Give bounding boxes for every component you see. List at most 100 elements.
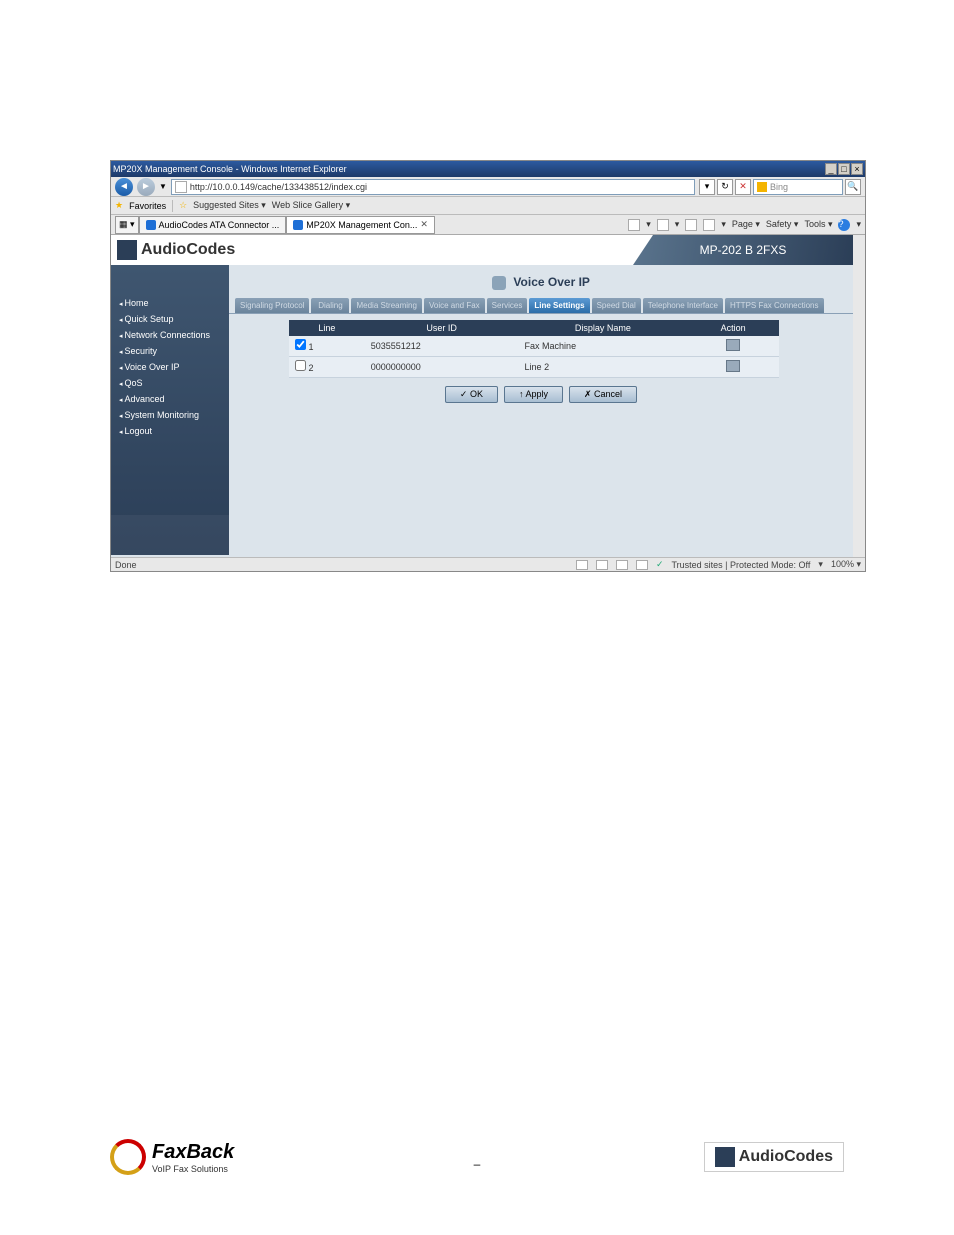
browser-tab-2[interactable]: MP20X Management Con... ✕ — [286, 216, 435, 234]
sidebar-item-home[interactable]: Home — [111, 295, 229, 311]
safety-menu[interactable]: Safety ▾ — [766, 219, 799, 230]
tab-https-fax[interactable]: HTTPS Fax Connections — [725, 298, 823, 313]
col-displayname: Display Name — [519, 320, 688, 336]
status-text: Done — [115, 560, 137, 570]
audiocodes-footer-logo: AudioCodes — [704, 1142, 844, 1172]
tab-voice-fax[interactable]: Voice and Fax — [424, 298, 485, 313]
tab-label: AudioCodes ATA Connector ... — [159, 220, 280, 230]
col-userid: User ID — [365, 320, 519, 336]
line-checkbox[interactable] — [295, 360, 306, 371]
forward-button[interactable]: ► — [137, 178, 155, 196]
mail-icon[interactable] — [685, 219, 697, 231]
sidebar-item-security[interactable]: Security — [111, 343, 229, 359]
main-panel: Voice Over IP Signaling Protocol Dialing… — [229, 265, 853, 555]
stop-icon[interactable]: ✕ — [735, 179, 751, 195]
form-buttons: ✓ OK ↑ Apply ✗ Cancel — [229, 386, 853, 403]
feeds-icon[interactable] — [657, 219, 669, 231]
suggested-sites-link[interactable]: Suggested Sites ▾ — [193, 200, 266, 211]
sidebar-item-voip[interactable]: Voice Over IP — [111, 359, 229, 375]
sidebar-item-qos[interactable]: QoS — [111, 375, 229, 391]
tab-telephone[interactable]: Telephone Interface — [643, 298, 723, 313]
zoom-label[interactable]: 100% ▾ — [831, 559, 861, 570]
line-table: Line User ID Display Name Action 1 50355… — [289, 320, 779, 378]
back-button[interactable]: ◄ — [115, 178, 133, 196]
tab-label: MP20X Management Con... — [306, 220, 417, 230]
help-icon[interactable]: ? — [838, 219, 850, 231]
edit-icon[interactable] — [726, 360, 740, 372]
maximize-button[interactable]: □ — [838, 163, 850, 175]
tab-speed-dial[interactable]: Speed Dial — [592, 298, 641, 313]
tab-bar: ▦ ▾ AudioCodes ATA Connector ... MP20X M… — [111, 215, 865, 235]
faxback-logo: FaxBack VoIP Fax Solutions — [110, 1139, 234, 1175]
col-line: Line — [289, 320, 365, 336]
edit-icon[interactable] — [726, 339, 740, 351]
zoom-dropdown[interactable]: ▾ — [818, 559, 823, 570]
refresh-icon[interactable]: ↻ — [717, 179, 733, 195]
line-number: 2 — [309, 363, 314, 373]
ie-icon — [293, 220, 303, 230]
model-badge: MP-202 B 2FXS — [633, 235, 853, 265]
line-checkbox[interactable] — [295, 339, 306, 350]
status-bar: Done ✓ Trusted sites | Protected Mode: O… — [111, 557, 865, 571]
minimize-button[interactable]: _ — [825, 163, 837, 175]
favorites-star-icon[interactable]: ★ — [115, 200, 123, 211]
sidebar-item-advanced[interactable]: Advanced — [111, 391, 229, 407]
tab-services[interactable]: Services — [487, 298, 528, 313]
close-button[interactable]: × — [851, 163, 863, 175]
sidebar-item-monitoring[interactable]: System Monitoring — [111, 407, 229, 423]
cancel-button[interactable]: ✗ Cancel — [569, 386, 637, 403]
app-header: AudioCodes MP-202 B 2FXS — [111, 235, 853, 265]
tab-media[interactable]: Media Streaming — [351, 298, 421, 313]
tab-signaling[interactable]: Signaling Protocol — [235, 298, 309, 313]
trust-label: Trusted sites | Protected Mode: Off — [672, 560, 811, 570]
status-icon — [576, 560, 588, 570]
faxback-name: FaxBack — [152, 1141, 234, 1164]
sidebar-item-quick-setup[interactable]: Quick Setup — [111, 311, 229, 327]
command-bar: ▾ ▾ ▾ Page ▾ Safety ▾ Tools ▾ ?▾ — [628, 219, 861, 231]
apply-button[interactable]: ↑ Apply — [504, 386, 563, 403]
bing-icon — [757, 182, 767, 192]
tab-line-settings[interactable]: Line Settings — [529, 298, 589, 313]
line-number: 1 — [309, 342, 314, 352]
logo-text: AudioCodes — [141, 241, 235, 259]
page-title: Voice Over IP — [229, 275, 853, 290]
web-slice-link[interactable]: Web Slice Gallery ▾ — [272, 200, 350, 211]
dropdown-icon[interactable]: ▼ — [159, 182, 167, 191]
close-tab-icon[interactable]: ✕ — [420, 219, 428, 230]
page-number-dash: – — [474, 1157, 481, 1171]
quick-tabs-button[interactable]: ▦ ▾ — [115, 216, 139, 234]
table-row: 2 0000000000 Line 2 — [289, 356, 779, 377]
logo-glyph-icon — [715, 1147, 735, 1167]
search-icon[interactable]: 🔍 — [845, 179, 861, 195]
home-icon[interactable] — [628, 219, 640, 231]
url-text: http://10.0.0.149/cache/133438512/index.… — [190, 182, 367, 192]
ok-button[interactable]: ✓ OK — [445, 386, 498, 403]
address-bar: ◄ ► ▼ http://10.0.0.149/cache/133438512/… — [111, 177, 865, 197]
window-title: MP20X Management Console - Windows Inter… — [113, 164, 347, 174]
sidebar-item-network[interactable]: Network Connections — [111, 327, 229, 343]
print-icon[interactable] — [703, 219, 715, 231]
favorites-label: Favorites — [129, 201, 166, 211]
sidebar: Home Quick Setup Network Connections Sec… — [111, 265, 229, 555]
audiocodes-text: AudioCodes — [739, 1148, 833, 1166]
tab-dialing[interactable]: Dialing — [311, 298, 349, 313]
audiocodes-logo: AudioCodes — [111, 240, 235, 260]
browser-tab-1[interactable]: AudioCodes ATA Connector ... — [139, 216, 287, 234]
sidebar-item-logout[interactable]: Logout — [111, 423, 229, 439]
page-menu[interactable]: Page ▾ — [732, 219, 760, 230]
col-action: Action — [687, 320, 779, 336]
user-id-value: 5035551212 — [365, 336, 519, 357]
status-icon — [596, 560, 608, 570]
page-icon — [175, 181, 187, 193]
faxback-ring-icon — [110, 1139, 146, 1175]
url-field[interactable]: http://10.0.0.149/cache/133438512/index.… — [171, 179, 695, 195]
page-content: AudioCodes MP-202 B 2FXS Home Quick Setu… — [111, 235, 865, 557]
search-engine-label: Bing — [770, 182, 788, 192]
tools-menu[interactable]: Tools ▾ — [804, 219, 832, 230]
voip-icon — [492, 276, 506, 290]
model-text: MP-202 B 2FXS — [700, 243, 787, 257]
search-input[interactable]: Bing — [753, 179, 843, 195]
dropdown-icon[interactable]: ▾ — [699, 179, 715, 195]
page-title-text: Voice Over IP — [513, 275, 589, 289]
display-name-value: Fax Machine — [519, 336, 688, 357]
